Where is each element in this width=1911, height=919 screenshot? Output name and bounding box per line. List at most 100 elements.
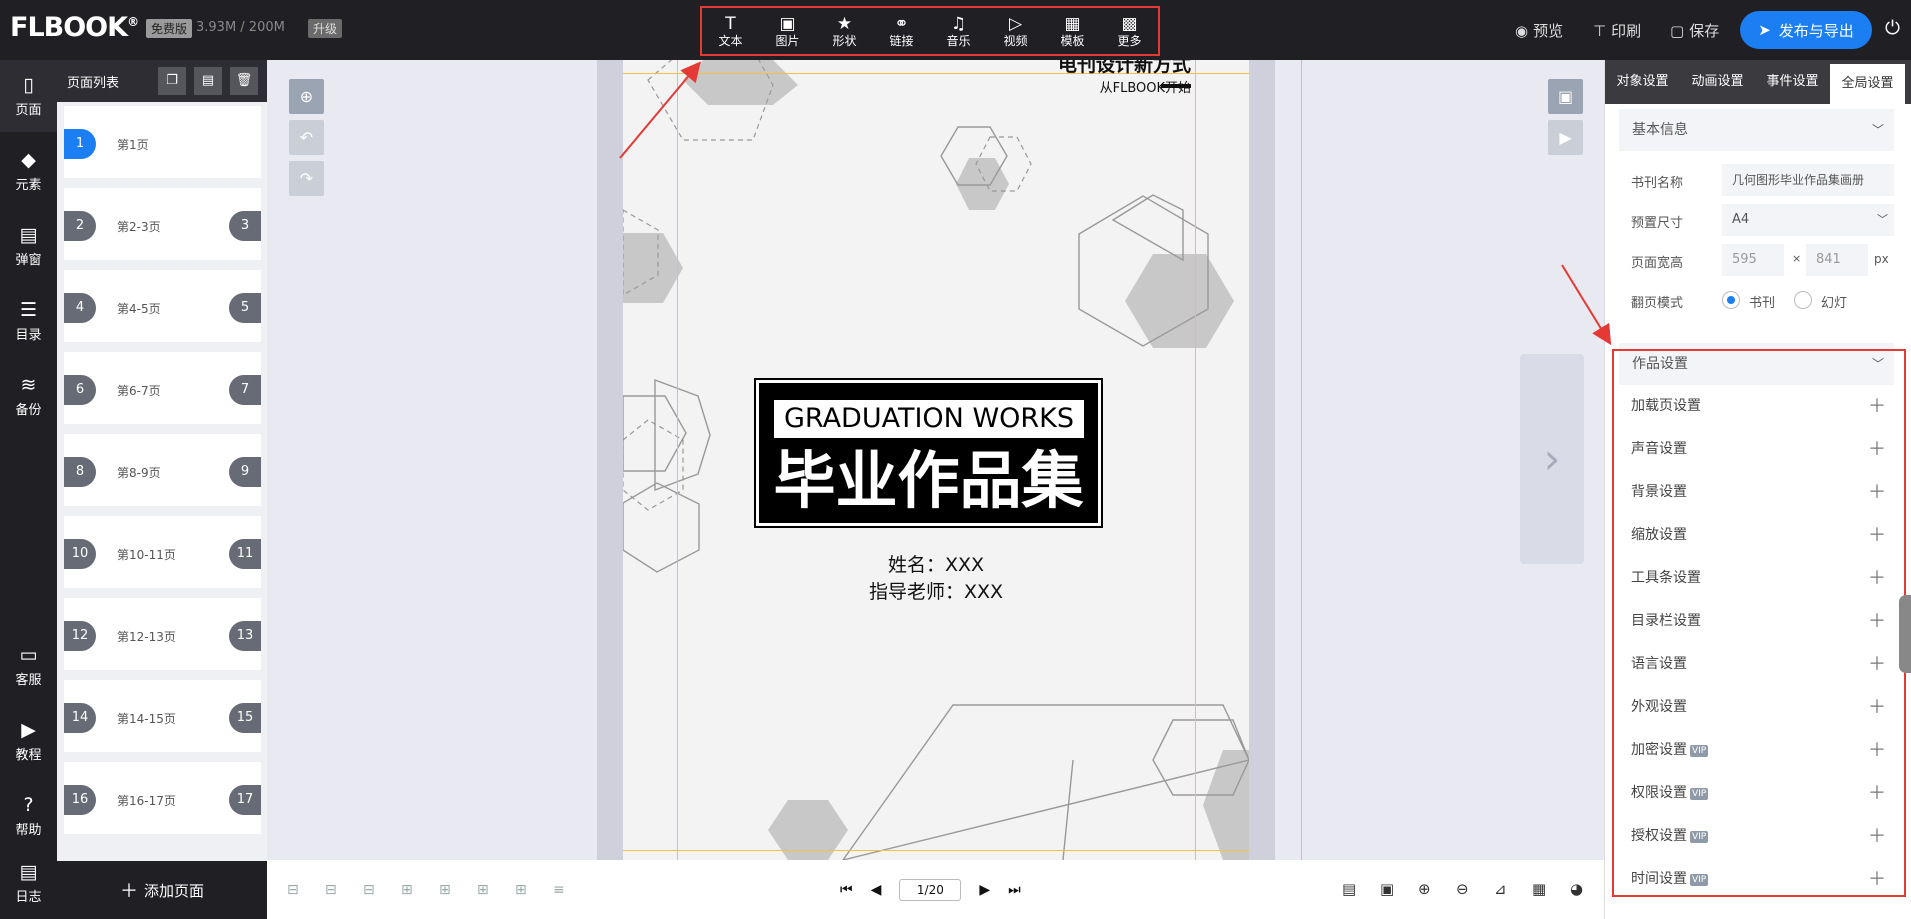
redo-icon[interactable]: ↷: [289, 161, 324, 196]
tab-global-settings[interactable]: 全局设置: [1830, 64, 1905, 104]
next-page-icon[interactable]: ▶: [979, 882, 990, 898]
nav-elements[interactable]: ◆ 元素: [0, 135, 57, 207]
undo-icon[interactable]: ↶: [289, 120, 324, 155]
tab-event-settings[interactable]: 事件设置: [1755, 60, 1830, 104]
prev-page-icon[interactable]: ◀: [871, 882, 882, 898]
tool-music[interactable]: ♫ 音乐: [931, 14, 987, 48]
page-thumb-card[interactable]: 4 第4-5页 5: [64, 270, 261, 342]
tool-link[interactable]: ⚭ 链接: [874, 14, 930, 48]
title-block[interactable]: GRADUATION WORKS 毕业作品集: [754, 378, 1103, 528]
tool-video[interactable]: ▷ 视频: [988, 14, 1044, 48]
page-thumb-card[interactable]: 12 第12-13页 13: [64, 598, 261, 670]
align-center-h-icon[interactable]: ⊟: [325, 882, 337, 898]
music-icon: ♫: [950, 14, 967, 34]
book-title-input[interactable]: 几何图形毕业作品集画册: [1722, 164, 1894, 196]
page-number-left: 14: [64, 703, 96, 733]
send-icon: ➤: [1758, 21, 1771, 39]
log-icon: ▤: [19, 861, 38, 883]
double-page-icon[interactable]: ▣: [1380, 880, 1394, 898]
tab-object-settings[interactable]: 对象设置: [1605, 60, 1680, 104]
page-number-right: 7: [229, 375, 261, 405]
side-drawer-handle[interactable]: [1899, 595, 1911, 673]
delete-page-icon[interactable]: 🗑: [230, 67, 258, 95]
page-thumb-card[interactable]: 2 第2-3页 3: [64, 188, 261, 260]
publish-button[interactable]: ➤ 发布与导出: [1740, 11, 1872, 49]
distribute-v-icon[interactable]: ≡: [553, 882, 565, 898]
tab-animation-settings[interactable]: 动画设置: [1680, 60, 1755, 104]
align-bottom-icon[interactable]: ⊞: [477, 882, 489, 898]
basic-info-header[interactable]: 基本信息 ﹀: [1619, 109, 1894, 151]
ruler-icon[interactable]: ⊿: [1494, 880, 1507, 898]
play-page-icon[interactable]: ▶: [1548, 120, 1583, 155]
align-right-icon[interactable]: ⊟: [363, 882, 375, 898]
name-line[interactable]: 姓名：XXX: [623, 550, 1249, 577]
page-thumb-card[interactable]: 1 第1页: [64, 106, 261, 178]
page-thumb-card[interactable]: 14 第14-15页 15: [64, 680, 261, 752]
page-height-input[interactable]: 841: [1806, 244, 1868, 276]
star-icon: ★: [836, 14, 853, 34]
page-thumb-card[interactable]: 10 第10-11页 11: [64, 516, 261, 588]
page-thumb-card[interactable]: 8 第8-9页 9: [64, 434, 261, 506]
upgrade-button[interactable]: 升级: [308, 19, 343, 38]
copy-page-icon[interactable]: ❐: [158, 67, 186, 95]
duplicate-page-icon[interactable]: ▤: [194, 67, 222, 95]
nav-popup[interactable]: ▤ 弹窗: [0, 210, 57, 282]
last-page-icon[interactable]: ⏭: [1008, 882, 1021, 898]
elements-icon: ◆: [21, 149, 36, 171]
zoom-in-icon[interactable]: ⊕: [1418, 880, 1431, 898]
single-page-icon[interactable]: ▤: [1342, 880, 1356, 898]
tool-template[interactable]: ▦ 模板: [1045, 14, 1101, 48]
nav-tutorial[interactable]: ▶ 教程: [0, 705, 57, 777]
page-number-input[interactable]: 1/20: [899, 879, 962, 901]
tool-more[interactable]: ▩ 更多: [1102, 14, 1158, 48]
page-canvas[interactable]: 电刊设计新方式 从FLBOOK开始 GRADUATION WORKS 毕业作品集…: [623, 60, 1249, 860]
first-page-icon[interactable]: ⏮: [840, 882, 853, 898]
flbook-logo[interactable]: FLBOOK®: [10, 12, 139, 43]
page-number-left: 12: [64, 621, 96, 651]
add-page-button[interactable]: ＋添加页面: [57, 861, 267, 919]
nav-toc[interactable]: ☰ 目录: [0, 285, 57, 357]
align-left-icon[interactable]: ⊟: [287, 882, 299, 898]
print-icon: ⊤: [1593, 22, 1607, 40]
preview-button[interactable]: ◉ 预览: [1515, 20, 1563, 41]
nav-backup[interactable]: ≋ 备份: [0, 360, 57, 432]
flip-book-label: 书刊: [1749, 296, 1776, 311]
power-icon[interactable]: ⏻: [1885, 17, 1900, 39]
page-number-right: 9: [229, 457, 261, 487]
storage-usage: 3.93M / 200M: [196, 20, 285, 35]
grid-icon[interactable]: ▦: [1532, 880, 1546, 898]
nav-log[interactable]: ▤ 日志: [0, 847, 57, 919]
settings-icon[interactable]: ◕: [1570, 880, 1583, 898]
align-top-icon[interactable]: ⊞: [401, 882, 413, 898]
tool-image[interactable]: ▣ 图片: [760, 14, 816, 48]
preset-size-select[interactable]: A4 ﹀: [1722, 204, 1894, 236]
tool-text[interactable]: T 文本: [703, 14, 759, 48]
page-thumb-card[interactable]: 16 第16-17页 17: [64, 762, 261, 834]
flip-slide-radio[interactable]: [1794, 291, 1812, 309]
eye-icon: ◉: [1515, 22, 1529, 40]
nav-help[interactable]: ? 帮助: [0, 780, 57, 852]
page-width-input[interactable]: 595: [1722, 244, 1784, 276]
tool-shape[interactable]: ★ 形状: [817, 14, 873, 48]
nav-service[interactable]: ▭ 客服: [0, 630, 57, 702]
title-chinese: 毕业作品集: [773, 444, 1084, 517]
flip-slide-label: 幻灯: [1821, 296, 1848, 311]
nav-pages[interactable]: ▯ 页面: [0, 60, 57, 132]
left-nav: ▯ 页面 ◆ 元素 ▤ 弹窗 ☰ 目录 ≋ 备份 ▭ 客服 ▶ 教程 ? 帮助 ▤ 日志: [0, 60, 57, 919]
print-button[interactable]: ⊤ 印刷: [1593, 20, 1641, 41]
flip-book-radio[interactable]: [1722, 291, 1740, 309]
distribute-h-icon[interactable]: ⊞: [515, 882, 527, 898]
page-setting-icon[interactable]: ▣: [1548, 79, 1583, 114]
top-title[interactable]: 电刊设计新方式: [1058, 60, 1191, 77]
zoom-out-icon[interactable]: ⊖: [1456, 880, 1469, 898]
teacher-line[interactable]: 指导老师：XXX: [623, 577, 1249, 604]
next-page-arrow[interactable]: ›: [1520, 354, 1584, 564]
page-number-right: 11: [229, 539, 261, 569]
auto-layout-icon[interactable]: ⊕: [289, 79, 324, 114]
save-button[interactable]: ▢ 保存: [1670, 20, 1719, 41]
page-number-left: 4: [64, 293, 96, 323]
image-icon: ▣: [779, 14, 796, 34]
page-thumb-card[interactable]: 6 第6-7页 7: [64, 352, 261, 424]
text-icon: T: [725, 14, 736, 34]
align-middle-icon[interactable]: ⊞: [439, 882, 451, 898]
